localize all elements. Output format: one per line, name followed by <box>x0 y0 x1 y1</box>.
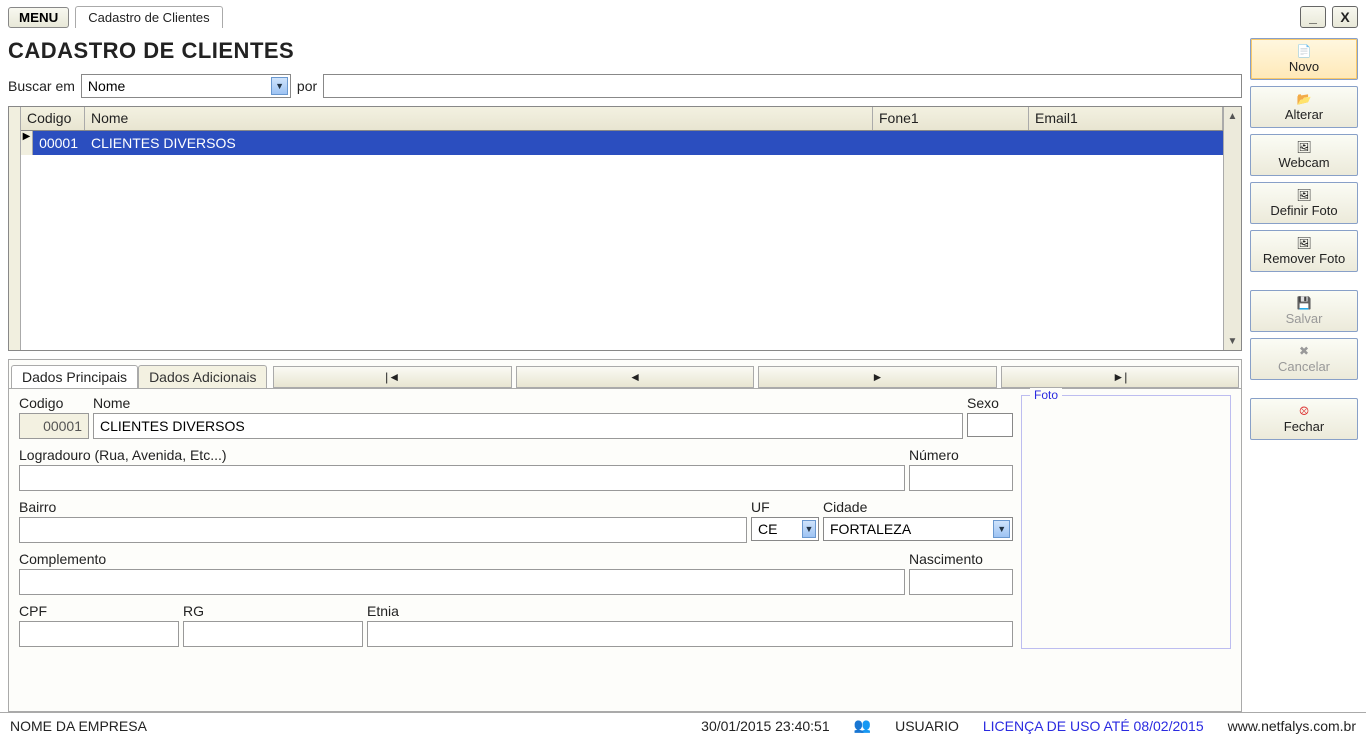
alterar-button[interactable]: 📂 Alterar <box>1250 86 1358 128</box>
chevron-down-icon[interactable]: ▼ <box>993 520 1010 538</box>
codigo-field <box>19 413 89 439</box>
page-title: CADASTRO DE CLIENTES <box>8 38 1242 64</box>
label-complemento: Complemento <box>19 551 905 567</box>
definir-foto-button[interactable]: 🖼 Definir Foto <box>1250 182 1358 224</box>
tab-dados-principais[interactable]: Dados Principais <box>11 365 138 388</box>
cell-fone <box>873 140 1029 146</box>
label-nome: Nome <box>93 395 963 411</box>
novo-label: Novo <box>1289 59 1319 74</box>
cancel-icon: ✖ <box>1296 344 1312 358</box>
chevron-down-icon[interactable]: ▼ <box>271 77 288 95</box>
definir-label: Definir Foto <box>1270 203 1337 218</box>
sexo-field[interactable] <box>974 417 1010 433</box>
label-nascimento: Nascimento <box>909 551 1013 567</box>
new-icon: 📄 <box>1296 44 1312 58</box>
salvar-label: Salvar <box>1286 311 1323 326</box>
label-cidade: Cidade <box>823 499 1013 515</box>
status-company: NOME DA EMPRESA <box>10 718 147 734</box>
webcam-label: Webcam <box>1278 155 1329 170</box>
close-icon: ⮾ <box>1296 404 1312 418</box>
status-license: LICENÇA DE USO ATÉ 08/02/2015 <box>983 718 1204 734</box>
menu-button[interactable]: MENU <box>8 7 69 28</box>
label-bairro: Bairro <box>19 499 747 515</box>
nav-next-button[interactable]: ► <box>758 366 996 388</box>
col-fone[interactable]: Fone1 <box>873 107 1029 130</box>
col-email[interactable]: Email1 <box>1029 107 1223 130</box>
label-uf: UF <box>751 499 819 515</box>
salvar-button[interactable]: 💾 Salvar <box>1250 290 1358 332</box>
image-icon: 🖼 <box>1296 188 1312 202</box>
nav-prev-button[interactable]: ◄ <box>516 366 754 388</box>
label-rg: RG <box>183 603 363 619</box>
nome-field[interactable] <box>93 413 963 439</box>
grid-indicator-column <box>9 107 21 350</box>
scroll-down-icon[interactable]: ▼ <box>1228 332 1238 350</box>
uf-combo[interactable]: ▼ <box>751 517 819 541</box>
label-foto: Foto <box>1030 388 1062 402</box>
nav-last-button[interactable]: ►| <box>1001 366 1239 388</box>
cell-nome: CLIENTES DIVERSOS <box>85 132 873 154</box>
cidade-field[interactable] <box>830 521 993 537</box>
row-indicator-icon: ▶ <box>21 131 33 155</box>
rg-field[interactable] <box>183 621 363 647</box>
webcam-button[interactable]: 🖼 Webcam <box>1250 134 1358 176</box>
remover-label: Remover Foto <box>1263 251 1345 266</box>
numero-field[interactable] <box>909 465 1013 491</box>
cancelar-button[interactable]: ✖ Cancelar <box>1250 338 1358 380</box>
status-site: www.netfalys.com.br <box>1228 718 1356 734</box>
novo-button[interactable]: 📄 Novo <box>1250 38 1358 80</box>
search-input[interactable] <box>323 74 1242 98</box>
tab-cadastro-clientes[interactable]: Cadastro de Clientes <box>75 6 222 28</box>
chevron-down-icon[interactable]: ▼ <box>802 520 816 538</box>
cell-email <box>1029 140 1223 146</box>
search-label-por: por <box>297 78 317 94</box>
etnia-field[interactable] <box>367 621 1013 647</box>
label-cpf: CPF <box>19 603 179 619</box>
save-icon: 💾 <box>1296 296 1312 310</box>
status-user: USUARIO <box>895 718 959 734</box>
search-label-buscar: Buscar em <box>8 78 75 94</box>
minimize-button[interactable]: _ <box>1300 6 1326 28</box>
cidade-combo[interactable]: ▼ <box>823 517 1013 541</box>
nascimento-field[interactable] <box>909 569 1013 595</box>
search-field-value[interactable] <box>88 78 271 94</box>
cancelar-label: Cancelar <box>1278 359 1330 374</box>
sexo-combo[interactable] <box>967 413 1013 437</box>
image-icon: 🖼 <box>1296 236 1312 250</box>
status-bar: NOME DA EMPRESA 30/01/2015 23:40:51 👥 US… <box>0 712 1366 738</box>
label-logradouro: Logradouro (Rua, Avenida, Etc...) <box>19 447 905 463</box>
col-codigo[interactable]: Codigo <box>21 107 85 130</box>
status-datetime: 30/01/2015 23:40:51 <box>701 718 829 734</box>
remover-foto-button[interactable]: 🖼 Remover Foto <box>1250 230 1358 272</box>
label-codigo: Codigo <box>19 395 89 411</box>
cell-codigo: 00001 <box>33 132 85 154</box>
fechar-button[interactable]: ⮾ Fechar <box>1250 398 1358 440</box>
alterar-label: Alterar <box>1285 107 1323 122</box>
search-field-combo[interactable]: ▼ <box>81 74 291 98</box>
clients-grid: Codigo Nome Fone1 Email1 ▶ 00001 CLIENTE… <box>8 106 1242 351</box>
image-icon: 🖼 <box>1296 140 1312 154</box>
cpf-field[interactable] <box>19 621 179 647</box>
col-nome[interactable]: Nome <box>85 107 873 130</box>
table-row[interactable]: 00001 CLIENTES DIVERSOS <box>33 131 1223 155</box>
label-etnia: Etnia <box>367 603 1013 619</box>
scroll-up-icon[interactable]: ▲ <box>1228 107 1238 125</box>
complemento-field[interactable] <box>19 569 905 595</box>
close-window-button[interactable]: X <box>1332 6 1358 28</box>
uf-field[interactable] <box>758 521 802 537</box>
foto-panel: Foto <box>1021 395 1231 649</box>
label-numero: Número <box>909 447 1013 463</box>
grid-header: Codigo Nome Fone1 Email1 <box>21 107 1223 131</box>
folder-icon: 📂 <box>1296 92 1312 106</box>
fechar-label: Fechar <box>1284 419 1324 434</box>
grid-scrollbar[interactable]: ▲ ▼ <box>1223 107 1241 350</box>
logradouro-field[interactable] <box>19 465 905 491</box>
label-sexo: Sexo <box>967 395 1013 411</box>
tab-dados-adicionais[interactable]: Dados Adicionais <box>138 365 267 388</box>
user-icon: 👥 <box>854 717 871 734</box>
nav-first-button[interactable]: |◄ <box>273 366 511 388</box>
bairro-field[interactable] <box>19 517 747 543</box>
